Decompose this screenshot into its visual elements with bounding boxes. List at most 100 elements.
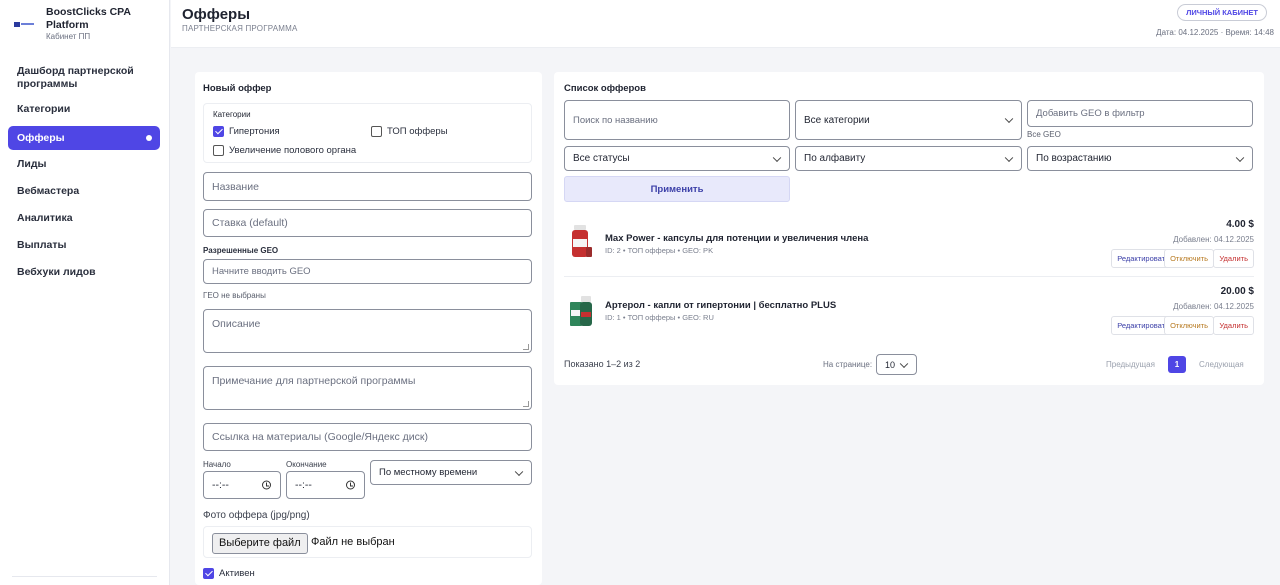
active-checkbox[interactable]: Активен: [203, 568, 255, 579]
delete-offer-button[interactable]: Удалить: [1213, 249, 1254, 268]
offer-row[interactable]: Max Power - капсулы для потенции и увели…: [564, 215, 1254, 275]
results-count: Показано 1–2 из 2: [564, 359, 641, 369]
sidebar-item-categories[interactable]: Категории: [8, 100, 160, 120]
select-value: Все категории: [804, 114, 870, 126]
next-page-button[interactable]: Следующая: [1199, 360, 1244, 369]
checkbox-label: Увеличение полового органа: [229, 145, 357, 156]
page-1-button[interactable]: 1: [1168, 356, 1186, 373]
categories-label: Категории: [213, 110, 251, 119]
disable-offer-button[interactable]: Отключить: [1164, 249, 1214, 268]
note-textarea[interactable]: Примечание для партнерской программы: [203, 366, 532, 410]
file-status: Файл не выбран: [311, 536, 395, 548]
input-placeholder: Ссылка на материалы (Google/Яндекс диск): [212, 431, 428, 443]
status-filter-select[interactable]: Все статусы: [564, 146, 790, 171]
sidebar: BoostClicks CPA Platform Кабинет ПП Дашб…: [0, 0, 170, 585]
sidebar-item-label: Категории: [17, 103, 71, 115]
page-title: Офферы: [182, 6, 251, 23]
checkbox-unchecked-icon[interactable]: [213, 145, 224, 156]
brand[interactable]: BoostClicks CPA Platform Кабинет ПП: [14, 6, 164, 46]
prev-page-button[interactable]: Предыдущая: [1106, 360, 1155, 369]
photo-label: Фото оффера (jpg/png): [203, 510, 310, 521]
offer-name-input[interactable]: Название: [203, 172, 532, 201]
choose-file-button[interactable]: Выберите файл: [212, 533, 308, 554]
offer-row[interactable]: Артерол - капли от гипертонии | бесплатн…: [564, 282, 1254, 342]
start-time-input[interactable]: --:--: [203, 471, 281, 499]
resize-grip-icon[interactable]: [523, 344, 529, 350]
timezone-select[interactable]: По местному времени: [370, 460, 532, 485]
order-select[interactable]: По возрастанию: [1027, 146, 1253, 171]
category-filter-select[interactable]: Все категории: [795, 100, 1022, 140]
offer-rate-input[interactable]: Ставка (default): [203, 209, 532, 237]
category-checkbox-hypertension[interactable]: Гипертония: [213, 126, 280, 137]
disable-offer-button[interactable]: Отключить: [1164, 316, 1214, 335]
geo-filter-note: Все GEO: [1027, 130, 1061, 139]
apply-filters-button[interactable]: Применить: [564, 176, 790, 202]
offer-price: 4.00 $: [1226, 219, 1254, 230]
select-value: По возрастанию: [1036, 153, 1112, 164]
sidebar-item-leads[interactable]: Лиды: [8, 154, 160, 174]
geo-filter-input[interactable]: Добавить GEO в фильтр: [1027, 100, 1253, 127]
input-placeholder: Описание: [212, 318, 261, 330]
sidebar-item-label: Офферы: [17, 132, 65, 144]
select-value: По алфавиту: [804, 153, 866, 164]
start-label: Начало: [203, 460, 231, 469]
checkbox-checked-icon[interactable]: [213, 126, 224, 137]
checkbox-checked-icon[interactable]: [203, 568, 214, 579]
sidebar-item-label: Дашборд партнерской программы: [17, 65, 134, 90]
category-checkbox-top-offers[interactable]: ТОП офферы: [371, 126, 448, 137]
offer-added-date: Добавлен: 04.12.2025: [1173, 302, 1254, 311]
description-textarea[interactable]: Описание: [203, 309, 532, 353]
geo-input[interactable]: Начните вводить GEO: [203, 259, 532, 284]
chevron-down-icon: [1004, 153, 1014, 162]
chevron-down-icon: [1235, 153, 1245, 162]
sidebar-item-lead-webhooks[interactable]: Вебхуки лидов: [8, 262, 160, 282]
time-value: --:--: [212, 479, 229, 491]
arterol-product-image: [570, 296, 592, 326]
clock-icon[interactable]: [346, 480, 355, 490]
materials-link-input[interactable]: Ссылка на материалы (Google/Яндекс диск): [203, 423, 532, 451]
sidebar-item-analytics[interactable]: Аналитика: [8, 208, 160, 228]
clock-icon[interactable]: [262, 480, 271, 490]
offer-added-date: Добавлен: 04.12.2025: [1173, 235, 1254, 244]
select-value: 10: [885, 359, 896, 370]
checkbox-label: ТОП офферы: [387, 126, 448, 137]
sidebar-divider: [12, 576, 157, 577]
chevron-down-icon: [772, 153, 782, 162]
resize-grip-icon[interactable]: [523, 401, 529, 407]
personal-cabinet-button[interactable]: ЛИЧНЫЙ КАБИНЕТ: [1177, 4, 1267, 21]
offer-meta: ID: 2 • ТОП офферы • GEO: PK: [605, 246, 714, 255]
brand-subtitle: Кабинет ПП: [46, 32, 91, 41]
sidebar-item-offers[interactable]: Офферы: [8, 126, 160, 150]
input-placeholder: Примечание для партнерской программы: [212, 375, 416, 387]
geo-label: Разрешенные GEO: [203, 246, 279, 255]
sidebar-item-webmasters[interactable]: Вебмастера: [8, 181, 160, 201]
brand-title: BoostClicks CPA Platform: [46, 6, 131, 31]
end-label: Окончание: [286, 460, 327, 469]
sidebar-item-label: Выплаты: [17, 239, 67, 251]
checkbox-label: Активен: [219, 568, 255, 579]
input-placeholder: Ставка (default): [212, 217, 288, 229]
active-dot-icon: [146, 135, 152, 141]
max-power-product-image: [572, 225, 592, 257]
sidebar-item-label: Вебмастера: [17, 185, 80, 197]
checkbox-unchecked-icon[interactable]: [371, 126, 382, 137]
geo-note: ГЕО не выбраны: [203, 291, 266, 300]
per-page-select[interactable]: 10: [876, 354, 917, 375]
chevron-down-icon: [899, 359, 909, 368]
categories-box: Категории Гипертония ТОП офферы Увеличен…: [203, 103, 532, 163]
offer-list-panel: Список офферов Поиск по названию Все кат…: [554, 72, 1264, 385]
chevron-down-icon: [514, 467, 524, 476]
sidebar-item-label: Аналитика: [17, 212, 73, 224]
sidebar-item-dashboard[interactable]: Дашборд партнерской программы: [8, 63, 160, 93]
sort-select[interactable]: По алфавиту: [795, 146, 1022, 171]
category-checkbox-enlargement[interactable]: Увеличение полового органа: [213, 145, 356, 156]
select-value: По местному времени: [379, 467, 478, 478]
end-time-input[interactable]: --:--: [286, 471, 365, 499]
sidebar-item-payouts[interactable]: Выплаты: [8, 235, 160, 255]
offer-name: Артерол - капли от гипертонии | бесплатн…: [605, 300, 837, 311]
input-placeholder: Название: [212, 180, 259, 193]
search-input[interactable]: Поиск по названию: [564, 100, 790, 140]
delete-offer-button[interactable]: Удалить: [1213, 316, 1254, 335]
per-page-label: На странице:: [823, 360, 873, 369]
offer-price: 20.00 $: [1220, 286, 1254, 297]
